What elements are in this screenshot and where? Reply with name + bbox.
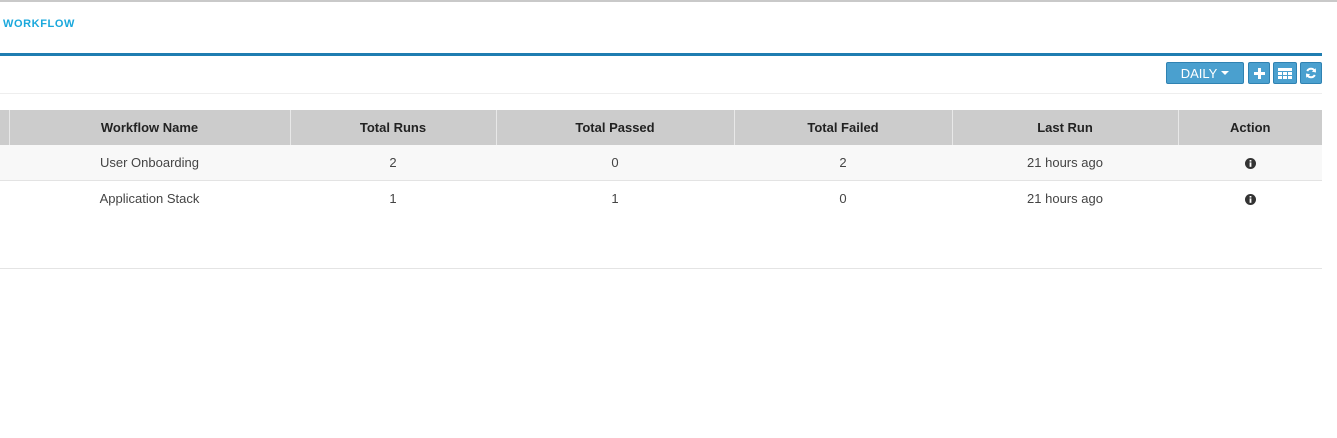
table-row[interactable]: Application Stack 1 1 0 21 hours ago <box>0 180 1322 216</box>
table-header-row: Workflow Name Total Runs Total Passed To… <box>0 110 1322 145</box>
refresh-button[interactable] <box>1300 62 1322 84</box>
page-title: WORKFLOW <box>3 18 76 30</box>
plus-icon <box>1253 67 1265 79</box>
total-passed-cell: 0 <box>496 145 734 181</box>
total-failed-cell: 0 <box>734 180 952 216</box>
action-cell <box>1178 145 1322 181</box>
workflow-panel: DAILY Workflow Name Total Runs Total Pas… <box>0 53 1322 269</box>
caret-down-icon <box>1221 71 1230 75</box>
column-header-last-run[interactable]: Last Run <box>951 110 1178 145</box>
period-dropdown-button[interactable]: DAILY <box>1166 62 1244 84</box>
table-row[interactable]: User Onboarding 2 0 2 21 hours ago <box>0 145 1322 181</box>
column-header-select <box>0 110 9 145</box>
workflow-table: Workflow Name Total Runs Total Passed To… <box>0 110 1322 216</box>
column-header-action: Action <box>1177 110 1322 145</box>
period-dropdown-label: DAILY <box>1180 65 1218 81</box>
last-run-cell: 21 hours ago <box>952 180 1178 216</box>
info-circle-icon[interactable] <box>1244 194 1256 206</box>
column-header-workflow-name[interactable]: Workflow Name <box>8 110 290 145</box>
column-chooser-button[interactable] <box>1273 62 1297 84</box>
workflow-name-cell: User Onboarding <box>9 145 290 181</box>
top-border <box>0 0 1337 2</box>
row-select-cell <box>0 145 9 181</box>
total-runs-cell: 1 <box>290 180 496 216</box>
column-header-total-runs[interactable]: Total Runs <box>289 110 496 145</box>
column-header-total-passed[interactable]: Total Passed <box>495 110 734 145</box>
info-circle-icon[interactable] <box>1244 158 1256 170</box>
workflow-name-cell: Application Stack <box>9 180 290 216</box>
total-runs-cell: 2 <box>290 145 496 181</box>
action-cell <box>1178 180 1322 216</box>
panel-toolbar: DAILY <box>0 56 1322 94</box>
table-columns-icon <box>1278 67 1292 79</box>
total-failed-cell: 2 <box>734 145 952 181</box>
total-passed-cell: 1 <box>496 180 734 216</box>
add-workflow-button[interactable] <box>1248 62 1270 84</box>
refresh-icon <box>1306 67 1316 79</box>
row-select-cell <box>0 180 9 216</box>
last-run-cell: 21 hours ago <box>952 145 1178 181</box>
column-header-total-failed[interactable]: Total Failed <box>733 110 952 145</box>
